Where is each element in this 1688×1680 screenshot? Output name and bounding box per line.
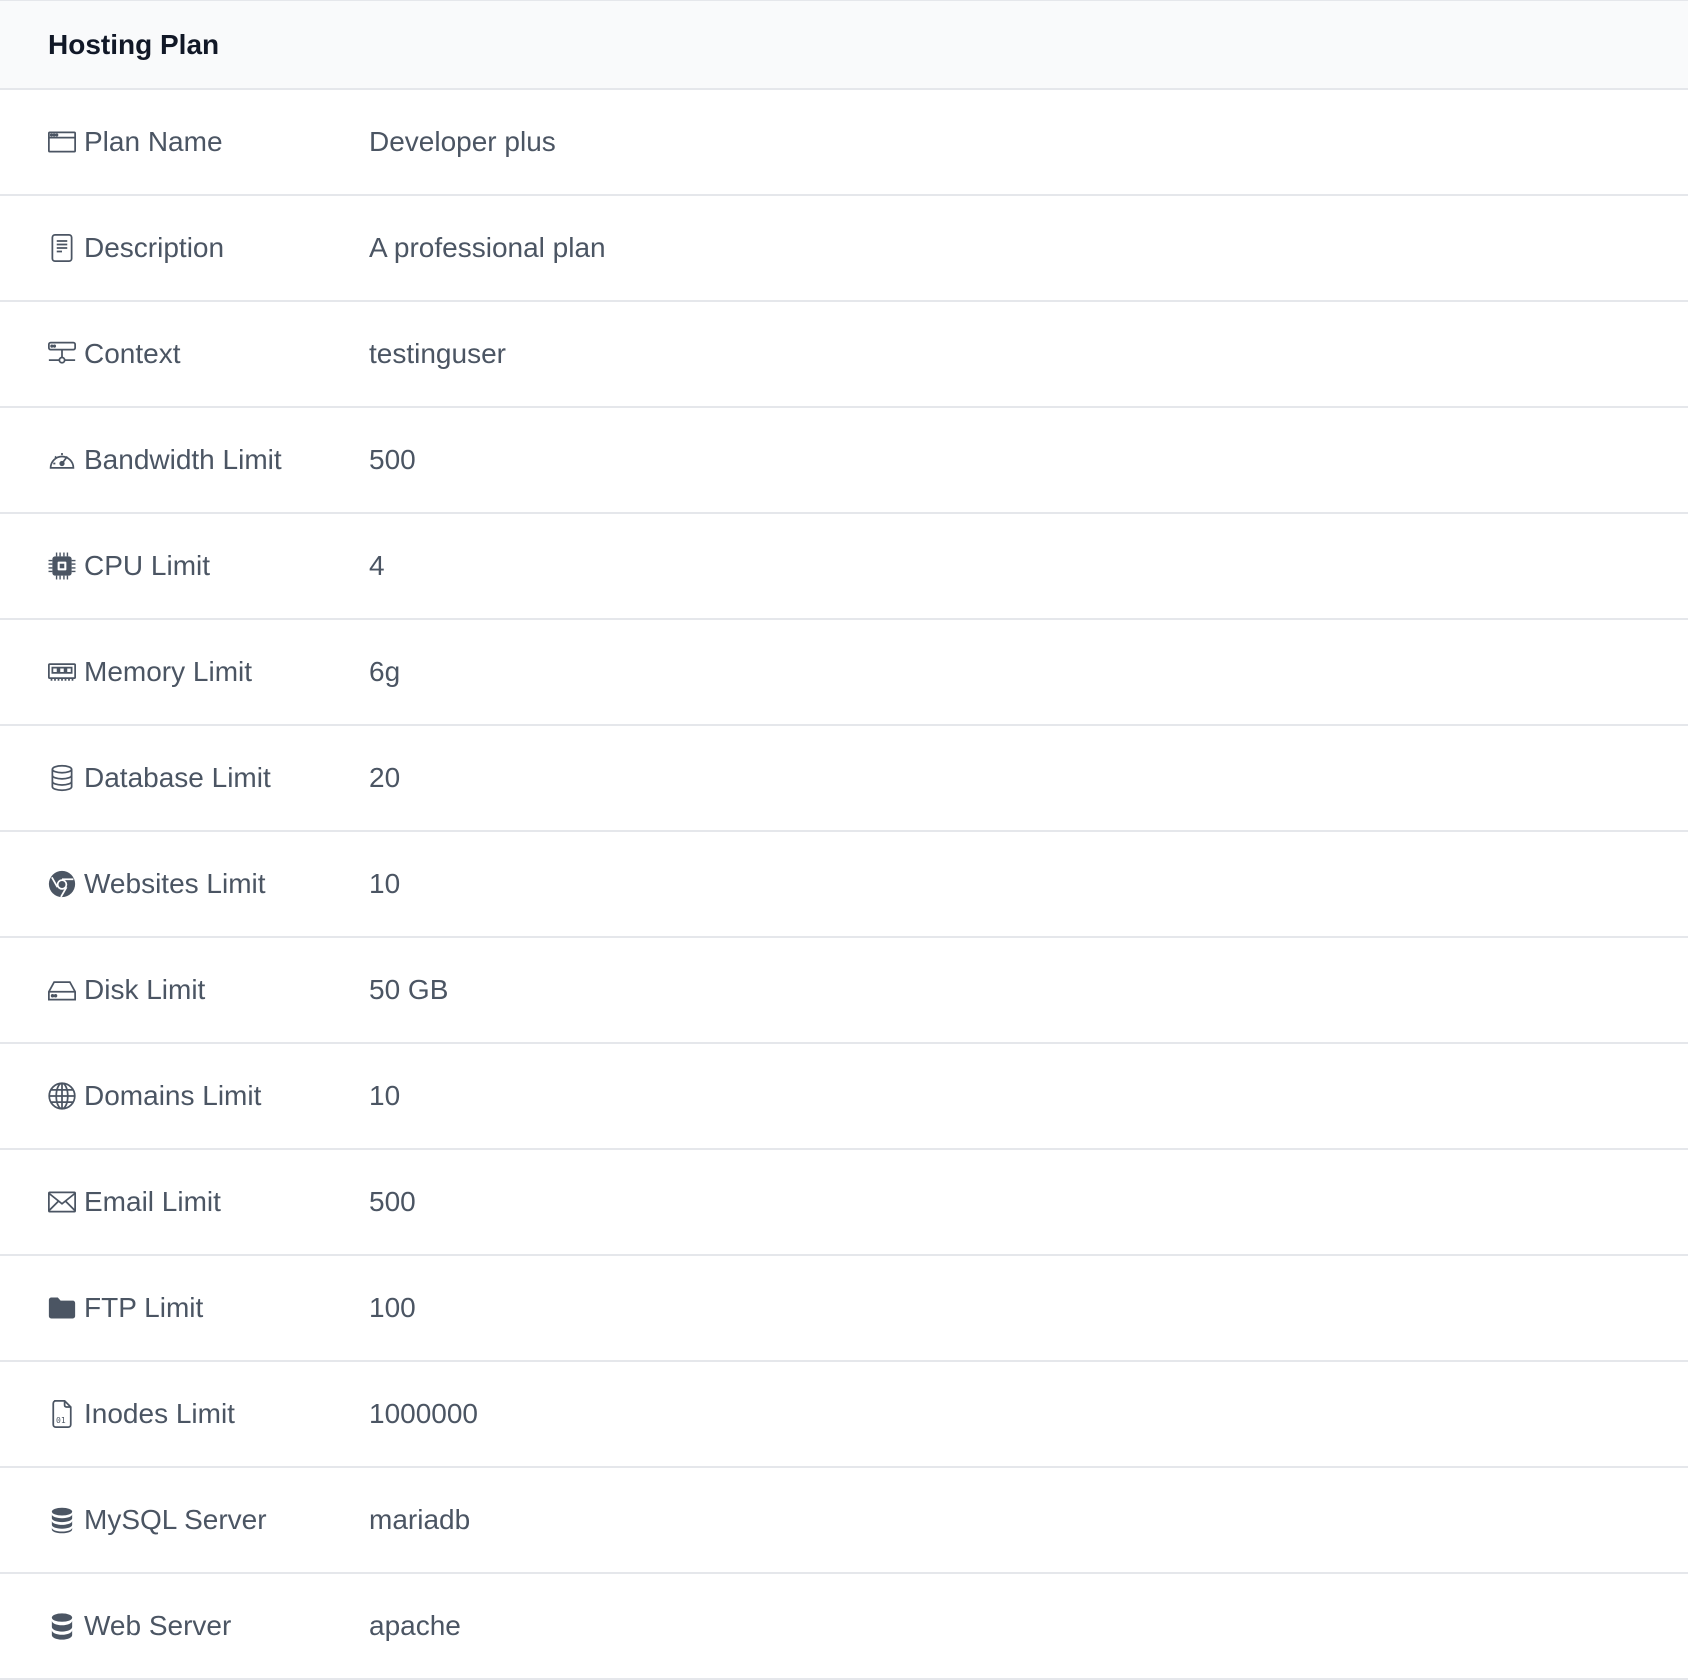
row-cpu-limit: CPU Limit 4	[0, 514, 1688, 620]
cpu-icon	[48, 552, 76, 580]
label-cell: FTP Limit	[0, 1292, 369, 1324]
row-memory-limit: Memory Limit 6g	[0, 620, 1688, 726]
envelope-icon	[48, 1188, 76, 1216]
row-value: 100	[369, 1292, 416, 1323]
label-cell: Domains Limit	[0, 1080, 369, 1112]
label-cell: Email Limit	[0, 1186, 369, 1218]
row-label: Web Server	[84, 1610, 232, 1641]
speedometer-icon	[48, 446, 76, 474]
window-icon	[48, 128, 76, 156]
row-value: 20	[369, 762, 401, 793]
row-value: testinguser	[369, 338, 506, 369]
row-value: Developer plus	[369, 126, 556, 157]
label-cell: Websites Limit	[0, 868, 369, 900]
row-label: MySQL Server	[84, 1504, 267, 1535]
label-cell: MySQL Server	[0, 1504, 369, 1536]
binary-file-icon: 01	[48, 1400, 76, 1428]
row-label: Context	[84, 338, 181, 369]
row-label: CPU Limit	[84, 550, 211, 581]
label-cell: Plan Name	[0, 126, 369, 158]
row-disk-limit: Disk Limit 50 GB	[0, 938, 1688, 1044]
row-value: 500	[369, 444, 416, 475]
row-description: Description A professional plan	[0, 196, 1688, 302]
row-plan-name: Plan Name Developer plus	[0, 90, 1688, 196]
label-cell: Context	[0, 338, 369, 370]
globe-icon	[48, 1082, 76, 1110]
svg-text:01: 01	[56, 1416, 66, 1425]
row-label: Email Limit	[84, 1186, 221, 1217]
folder-icon	[48, 1294, 76, 1322]
row-websites-limit: Websites Limit 10	[0, 832, 1688, 938]
row-bandwidth-limit: Bandwidth Limit 500	[0, 408, 1688, 514]
row-value: 50 GB	[369, 974, 449, 1005]
chrome-icon	[48, 870, 76, 898]
label-cell: Database Limit	[0, 762, 369, 794]
row-value: 1000000	[369, 1398, 479, 1429]
row-value: mariadb	[369, 1504, 471, 1535]
row-database-limit: Database Limit 20	[0, 726, 1688, 832]
label-cell: Memory Limit	[0, 656, 369, 688]
memory-icon	[48, 658, 76, 686]
network-icon	[48, 340, 76, 368]
row-label: Websites Limit	[84, 868, 266, 899]
row-mysql-server: MySQL Server mariadb	[0, 1468, 1688, 1574]
row-value: 10	[369, 1080, 401, 1111]
row-label: Bandwidth Limit	[84, 444, 282, 475]
row-domains-limit: Domains Limit 10	[0, 1044, 1688, 1150]
row-inodes-limit: 01 Inodes Limit 1000000	[0, 1362, 1688, 1468]
row-label: Disk Limit	[84, 974, 206, 1005]
panel-header: Hosting Plan	[0, 1, 1688, 90]
row-value: apache	[369, 1610, 461, 1641]
label-cell: Description	[0, 232, 369, 264]
row-context: Context testinguser	[0, 302, 1688, 408]
row-label: Memory Limit	[84, 656, 253, 687]
hard-drive-icon	[48, 976, 76, 1004]
database-icon	[48, 764, 76, 792]
row-web-server: Web Server apache	[0, 1574, 1688, 1680]
row-label: Description	[84, 232, 225, 263]
label-cell: Bandwidth Limit	[0, 444, 369, 476]
database-fill-icon	[48, 1506, 76, 1534]
label-cell: Web Server	[0, 1610, 369, 1642]
panel-title: Hosting Plan	[48, 28, 220, 60]
row-label: Inodes Limit	[84, 1398, 235, 1429]
label-cell: Disk Limit	[0, 974, 369, 1006]
label-cell: 01 Inodes Limit	[0, 1398, 369, 1430]
database-solid-icon	[48, 1612, 76, 1640]
plan-details-list: Plan Name Developer plus Description A p…	[0, 90, 1688, 1680]
hosting-plan-panel: Hosting Plan Plan Name Developer plus De…	[0, 0, 1688, 1680]
document-icon	[48, 234, 76, 262]
row-value: 6g	[369, 656, 401, 687]
row-value: A professional plan	[369, 232, 606, 263]
row-email-limit: Email Limit 500	[0, 1150, 1688, 1256]
row-label: Plan Name	[84, 126, 223, 157]
row-value: 10	[369, 868, 401, 899]
row-value: 4	[369, 550, 385, 581]
row-label: Domains Limit	[84, 1080, 262, 1111]
row-label: Database Limit	[84, 762, 271, 793]
row-value: 500	[369, 1186, 416, 1217]
row-label: FTP Limit	[84, 1292, 204, 1323]
row-ftp-limit: FTP Limit 100	[0, 1256, 1688, 1362]
label-cell: CPU Limit	[0, 550, 369, 582]
